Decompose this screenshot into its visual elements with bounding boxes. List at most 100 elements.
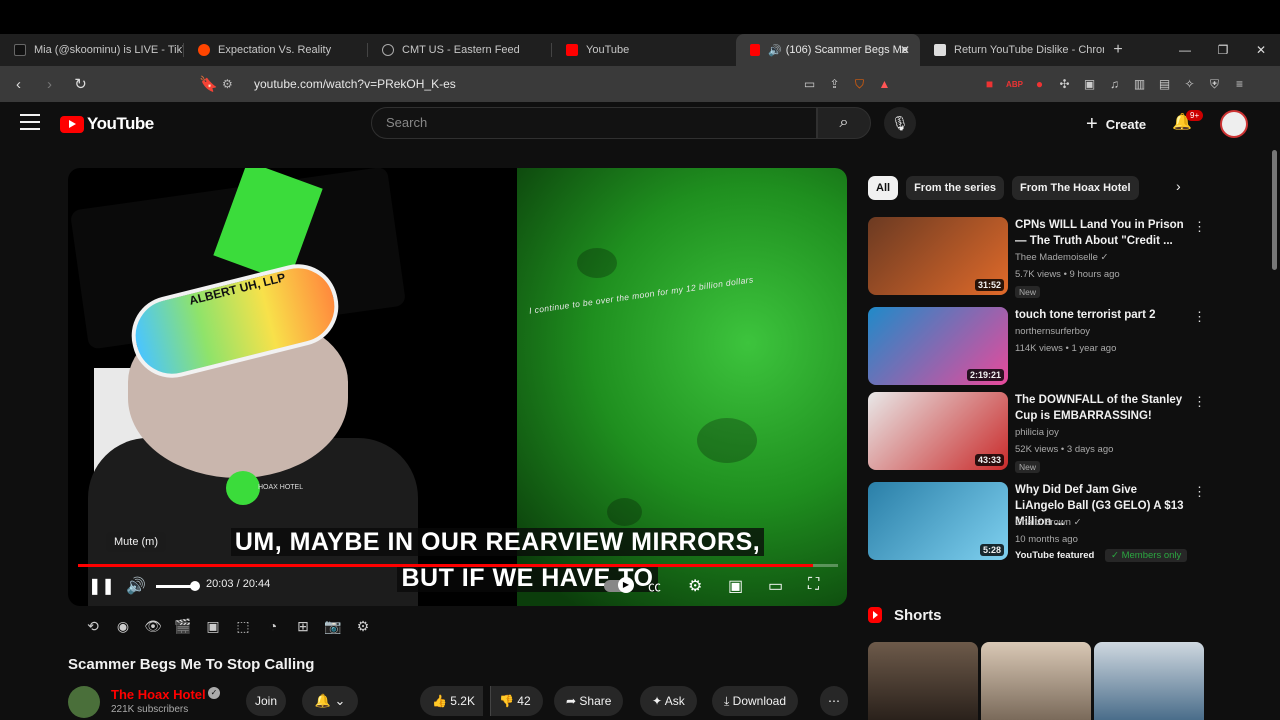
rewards-icon[interactable]: ▲ <box>872 77 897 91</box>
channel-avatar[interactable] <box>68 686 100 718</box>
video-title[interactable]: touch tone terrorist part 2 <box>1015 307 1187 323</box>
minimize-icon[interactable]: — <box>1166 34 1204 66</box>
chip-all[interactable]: All <box>868 176 899 200</box>
share-icon[interactable]: ⇪ <box>822 77 847 91</box>
miniplayer-icon[interactable]: ▣ <box>728 576 743 596</box>
window-icon[interactable]: ▣ <box>1077 77 1102 91</box>
new-tab-button[interactable]: + <box>1104 41 1132 59</box>
pause-icon[interactable]: ❚❚ <box>88 576 115 596</box>
download-button[interactable]: ⤓ Download <box>712 686 799 716</box>
record-icon[interactable]: ● <box>1027 77 1052 91</box>
clapper-icon[interactable]: 🎬 <box>168 618 198 638</box>
maximize-icon[interactable]: ❐ <box>1204 34 1242 66</box>
pip-icon[interactable]: ▣ <box>198 618 228 638</box>
subtitles-icon[interactable]: ㏄ <box>648 576 661 595</box>
music-icon[interactable]: ♫ <box>1102 77 1127 91</box>
autoplay-toggle[interactable] <box>604 577 634 593</box>
ask-button[interactable]: ✦ Ask <box>640 686 697 716</box>
tab-youtube[interactable]: YouTube <box>552 34 736 66</box>
abp-icon[interactable]: ABP <box>1002 80 1027 89</box>
speed-icon[interactable]: ◔ <box>258 618 288 638</box>
crop-icon[interactable]: ⬚ <box>228 618 258 638</box>
puzzle-icon[interactable]: ✣ <box>1052 77 1077 91</box>
audio-wave-icon[interactable]: ◉ <box>108 618 138 638</box>
search-input[interactable]: Search <box>371 107 817 139</box>
tab-return-dislike[interactable]: Return YouTube Dislike - Chrom <box>920 34 1104 66</box>
ai-icon[interactable]: ✧ <box>1177 77 1202 91</box>
recommended-video[interactable]: 5:28 Why Did Def Jam Give LiAngelo Ball … <box>868 482 1208 562</box>
chip-from-channel[interactable]: From The Hoax Hotel <box>1011 176 1139 200</box>
more-options-icon[interactable]: ⋮ <box>1193 219 1206 235</box>
volume-icon[interactable]: 🔊 <box>126 576 146 596</box>
chip-from-series[interactable]: From the series <box>906 176 1004 200</box>
video-player[interactable]: ALBERT UH, LLP HOAX HOTEL I continue to … <box>68 168 847 606</box>
tab-cmt[interactable]: CMT US - Eastern Feed <box>368 34 552 66</box>
site-settings-icon[interactable]: ⚙ <box>222 77 242 91</box>
volume-knob[interactable] <box>190 581 200 591</box>
recommended-video[interactable]: 43:33 The DOWNFALL of the Stanley Cup is… <box>868 392 1208 473</box>
more-actions-button[interactable]: ⋯ <box>820 686 848 716</box>
video-thumbnail[interactable]: 5:28 <box>868 482 1008 560</box>
channel-name[interactable]: northernsurferboy <box>1015 326 1090 337</box>
page-scrollbar[interactable] <box>1272 150 1277 270</box>
fullscreen-icon[interactable]: ⛶ <box>808 576 819 594</box>
channel-name[interactable]: Challz Brown ✓ <box>1015 517 1082 528</box>
more-options-icon[interactable]: ⋮ <box>1193 394 1206 410</box>
new-badge: New <box>1015 461 1041 473</box>
cast-icon[interactable]: ▭ <box>797 77 822 91</box>
subscribed-bell-button[interactable]: 🔔 ⌄ <box>302 686 358 716</box>
chevron-right-icon[interactable]: › <box>1176 178 1181 194</box>
loop-icon[interactable]: ⟲ <box>78 618 108 638</box>
screenshot-icon[interactable]: 📷 <box>318 618 348 638</box>
brave-shield-icon[interactable]: ⛉ <box>847 77 872 92</box>
channel-name[interactable]: Thee Mademoiselle ✓ <box>1015 252 1109 263</box>
short-thumbnail[interactable] <box>868 642 978 720</box>
forward-icon[interactable]: › <box>37 76 62 93</box>
tab-tiktok[interactable]: Mia (@skoominu) is LIVE - TikTo <box>0 34 184 66</box>
share-button[interactable]: ➦ Share <box>554 686 624 716</box>
extension-red-icon[interactable]: ■ <box>977 77 1002 91</box>
video-title[interactable]: CPNs WILL Land You in Prison — The Truth… <box>1015 217 1187 249</box>
tab-active-video[interactable]: 🔊 (106) Scammer Begs Me ✕ <box>736 34 920 66</box>
video-thumbnail[interactable]: 31:52 <box>868 217 1008 295</box>
more-options-icon[interactable]: ⋮ <box>1193 484 1206 500</box>
eye-icon[interactable]: 👁 <box>138 618 168 638</box>
wallet-icon[interactable]: ▤ <box>1152 77 1177 91</box>
channel-name[interactable]: The Hoax Hotel <box>111 687 206 702</box>
sparkle-icon: ✦ <box>652 694 663 708</box>
channel-name[interactable]: philicia joy <box>1015 427 1059 438</box>
voice-search-icon[interactable]: 🎙 <box>884 107 916 139</box>
youtube-logo[interactable]: YouTube <box>60 114 154 134</box>
menu-icon[interactable]: ≡ <box>1227 77 1252 91</box>
progress-bar[interactable] <box>78 564 838 567</box>
dislike-button[interactable]: 👎 42 <box>490 686 543 716</box>
channel-row: The Hoax Hotel ✓ 221K subscribers Join 🔔… <box>68 684 848 720</box>
recommended-video[interactable]: 2:19:21 touch tone terrorist part 2 nort… <box>868 307 1208 387</box>
bookmark-icon[interactable]: 🔖 <box>196 75 221 93</box>
vpn-icon[interactable]: ⛨ <box>1202 77 1227 92</box>
back-icon[interactable]: ‹ <box>6 76 31 93</box>
tab-label: (106) Scammer Begs Me <box>785 44 908 56</box>
search-button[interactable]: ⌕ <box>817 107 871 139</box>
join-button[interactable]: Join <box>246 686 286 716</box>
theater-mode-icon[interactable]: ▭ <box>768 576 783 596</box>
account-avatar[interactable] <box>1220 110 1248 138</box>
reload-icon[interactable]: ↻ <box>68 75 93 93</box>
gear-icon[interactable]: ⚙ <box>348 618 378 638</box>
close-window-icon[interactable]: ✕ <box>1242 34 1280 66</box>
more-options-icon[interactable]: ⋮ <box>1193 309 1206 325</box>
like-button[interactable]: 👍 5.2K <box>420 686 483 716</box>
close-tab-icon[interactable]: ✕ <box>900 43 910 57</box>
recommended-video[interactable]: 31:52 CPNs WILL Land You in Prison — The… <box>868 217 1208 298</box>
video-title[interactable]: The DOWNFALL of the Stanley Cup is EMBAR… <box>1015 392 1187 424</box>
tab-reddit[interactable]: Expectation Vs. Reality <box>184 34 368 66</box>
create-button[interactable]: + Create <box>1086 110 1146 138</box>
video-thumbnail[interactable]: 43:33 <box>868 392 1008 470</box>
sidepanel-icon[interactable]: ▥ <box>1127 77 1152 91</box>
hamburger-menu-icon[interactable] <box>20 114 40 130</box>
short-thumbnail[interactable] <box>1094 642 1204 720</box>
settings-gear-icon[interactable]: ⚙ <box>688 576 702 596</box>
short-thumbnail[interactable] <box>981 642 1091 720</box>
video-thumbnail[interactable]: 2:19:21 <box>868 307 1008 385</box>
add-box-icon[interactable]: ⊞ <box>288 618 318 638</box>
